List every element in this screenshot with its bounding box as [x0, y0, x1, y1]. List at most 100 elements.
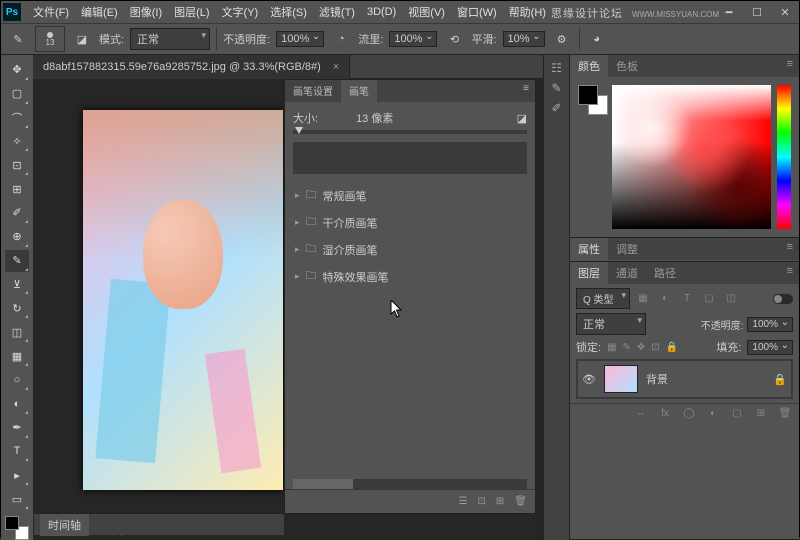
menu-filter[interactable]: 滤镜(T) [313, 4, 361, 20]
filter-shape-icon[interactable]: ▢ [700, 292, 718, 306]
tab-channels[interactable]: 通道 [608, 262, 646, 284]
wand-tool[interactable]: ✧ [5, 131, 29, 153]
lock-pixels-icon[interactable]: ▦ [607, 342, 616, 353]
panel-menu-icon[interactable]: ≡ [781, 238, 799, 260]
history-panel-icon[interactable]: ☷ [551, 61, 562, 75]
layer-fx-icon[interactable]: fx [657, 408, 673, 419]
color-swatches[interactable] [5, 516, 29, 540]
dodge-tool[interactable]: ◐ [5, 393, 29, 415]
lock-position-icon[interactable]: ✎ [623, 342, 631, 353]
lock-all-icon[interactable]: 🔒 [666, 342, 678, 353]
history-brush-tool[interactable]: ↻ [5, 297, 29, 319]
window-maximize-icon[interactable]: ☐ [743, 1, 771, 23]
layer-thumbnail[interactable] [604, 365, 638, 393]
fg-color-swatch[interactable] [5, 516, 19, 530]
layer-opacity-input[interactable]: 100% [747, 317, 793, 332]
tab-timeline[interactable]: 时间轴 [40, 514, 89, 536]
fill-input[interactable]: 100% [747, 340, 793, 355]
filter-smart-icon[interactable]: ◫ [722, 292, 740, 306]
smooth-input[interactable]: 10% [503, 31, 545, 47]
blur-tool[interactable]: ○ [5, 369, 29, 391]
tab-paths[interactable]: 路径 [646, 262, 684, 284]
menu-image[interactable]: 图像(I) [124, 4, 168, 20]
menu-help[interactable]: 帮助(H) [503, 4, 552, 20]
gradient-tool[interactable]: ▦ [5, 345, 29, 367]
brush-folder[interactable]: ▸🗀干介质画笔 [293, 209, 527, 236]
new-brush-preset-icon[interactable]: ⊞ [496, 496, 504, 507]
stamp-tool[interactable]: ⊻ [5, 274, 29, 296]
layer-row[interactable]: 👁 背景 🔒 [578, 361, 791, 397]
color-picker[interactable] [612, 85, 771, 229]
tab-color[interactable]: 颜色 [570, 55, 608, 77]
opacity-input[interactable]: 100% [276, 31, 324, 47]
layer-name[interactable]: 背景 [646, 371, 668, 387]
brush-size-slider[interactable] [293, 130, 527, 134]
brush-folder[interactable]: ▸🗀特殊效果画笔 [293, 263, 527, 290]
marquee-tool[interactable]: ▢ [5, 83, 29, 105]
tab-brush-settings[interactable]: 画笔设置 [285, 80, 341, 102]
brush-search[interactable] [293, 142, 527, 174]
tab-swatches[interactable]: 色板 [608, 55, 646, 77]
brush-folder[interactable]: ▸🗀湿介质画笔 [293, 236, 527, 263]
blend-mode-select[interactable]: 正常 [130, 28, 210, 50]
crop-tool[interactable]: ⊡ [5, 154, 29, 176]
brush-flip-icon[interactable]: ◪ [517, 112, 527, 125]
hue-slider[interactable] [777, 85, 791, 229]
menu-3d[interactable]: 3D(D) [361, 6, 402, 18]
tool-preset-icon[interactable]: ✎ [7, 28, 29, 50]
pressure-opacity-icon[interactable]: ◔ [330, 28, 352, 50]
layer-kind-filter[interactable]: Q 类型 [576, 288, 630, 309]
brush-folder[interactable]: ▸🗀常规画笔 [293, 182, 527, 209]
new-group-icon[interactable]: ▢ [729, 408, 745, 419]
brush-tool[interactable]: ✎ [5, 250, 29, 272]
smooth-options-icon[interactable]: ⚙ [551, 28, 573, 50]
frame-tool[interactable]: ⊞ [5, 178, 29, 200]
fg-color[interactable] [578, 85, 598, 105]
menu-layer[interactable]: 图层(L) [168, 4, 215, 20]
menu-window[interactable]: 窗口(W) [451, 4, 503, 20]
delete-layer-icon[interactable]: 🗑 [777, 408, 793, 419]
panel-menu-icon[interactable]: ≡ [517, 80, 535, 102]
lasso-tool[interactable]: ⌒ [5, 107, 29, 129]
tab-adjustments[interactable]: 调整 [608, 238, 646, 260]
menu-file[interactable]: 文件(F) [27, 4, 75, 20]
panel-menu-icon[interactable]: ≡ [781, 55, 799, 77]
window-close-icon[interactable]: ✕ [771, 1, 799, 23]
brushes-panel-icon[interactable]: ✐ [551, 101, 561, 115]
filter-toggle[interactable] [773, 294, 793, 304]
tab-layers[interactable]: 图层 [570, 262, 608, 284]
airbrush-icon[interactable]: ⟲ [443, 28, 465, 50]
tab-properties[interactable]: 属性 [570, 238, 608, 260]
brush-scroll[interactable] [293, 479, 527, 489]
brush-settings-panel-icon[interactable]: ✎ [551, 81, 561, 95]
eyedropper-tool[interactable]: ✐ [5, 202, 29, 224]
filter-adjust-icon[interactable]: ◐ [656, 292, 674, 306]
window-minimize-icon[interactable]: ━ [715, 1, 743, 23]
close-tab-icon[interactable]: × [333, 61, 339, 73]
brush-panel-toggle-icon[interactable]: ◪ [71, 28, 93, 50]
menu-view[interactable]: 视图(V) [402, 4, 451, 20]
panel-menu-icon[interactable]: ≡ [781, 262, 799, 284]
adjustment-layer-icon[interactable]: ◐ [705, 408, 721, 419]
move-tool[interactable]: ✥ [5, 59, 29, 81]
filter-type-icon[interactable]: T [678, 292, 696, 306]
new-layer-icon[interactable]: ⊞ [753, 408, 769, 419]
pressure-size-icon[interactable]: ◕ [586, 28, 608, 50]
menu-select[interactable]: 选择(S) [264, 4, 313, 20]
filter-pixel-icon[interactable]: ▦ [634, 292, 652, 306]
new-brush-icon[interactable]: ⊡ [478, 496, 486, 507]
lock-artboard-icon[interactable]: ✥ [637, 342, 645, 353]
brush-size-value[interactable]: 13 像素 [356, 110, 393, 126]
tab-brushes[interactable]: 画笔 [341, 80, 377, 102]
blend-mode-select[interactable]: 正常 [576, 313, 646, 335]
menu-edit[interactable]: 编辑(E) [75, 4, 124, 20]
shape-tool[interactable]: ▭ [5, 488, 29, 510]
delete-brush-icon[interactable]: 🗑 [514, 496, 527, 507]
eraser-tool[interactable]: ◫ [5, 321, 29, 343]
color-fgbg[interactable] [578, 85, 606, 229]
lock-nest-icon[interactable]: ⊡ [651, 342, 659, 353]
link-layers-icon[interactable]: ⇔ [633, 408, 649, 419]
path-select-tool[interactable]: ▸ [5, 464, 29, 486]
preview-toggle-icon[interactable]: ☰ [459, 496, 468, 507]
pen-tool[interactable]: ✒ [5, 417, 29, 439]
